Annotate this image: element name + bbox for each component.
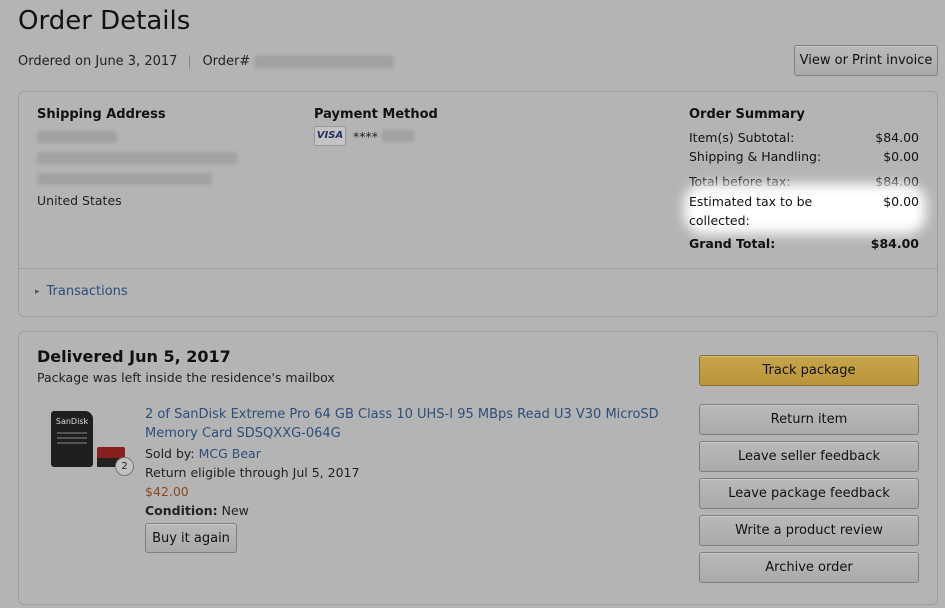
order-number-redacted [254, 55, 395, 68]
leave-package-feedback-button[interactable]: Leave package feedback [699, 478, 919, 509]
quantity-badge: 2 [115, 457, 134, 476]
condition-label: Condition: [145, 503, 218, 518]
summary-label: Item(s) Subtotal: [689, 130, 795, 145]
address-line2-redacted [37, 173, 212, 185]
decoration [57, 442, 87, 444]
summary-row-estimated-tax: Estimated tax to be collected: $0.00 [689, 192, 919, 230]
order-number-label: Order# [202, 54, 251, 69]
payment-method-section: Payment Method VISA **** [314, 107, 514, 146]
track-package-button[interactable]: Track package [699, 355, 919, 386]
visa-card-icon: VISA [314, 126, 346, 146]
ordered-on: Ordered on June 3, 2017 [18, 54, 178, 69]
sold-by-label: Sold by: [145, 446, 195, 461]
delivery-status: Delivered Jun 5, 2017 [37, 347, 231, 366]
summary-label: Estimated tax to be collected: [689, 194, 813, 228]
write-product-review-button[interactable]: Write a product review [699, 515, 919, 546]
sold-by: Sold by: MCG Bear [145, 446, 680, 461]
grand-total-value: $84.00 [870, 236, 919, 251]
decoration [57, 437, 87, 439]
product-title-link[interactable]: 2 of SanDisk Extreme Pro 64 GB Class 10 … [145, 405, 680, 443]
payment-method-heading: Payment Method [314, 107, 438, 122]
card-divider [19, 268, 937, 269]
condition-value: New [221, 503, 249, 518]
delivery-note: Package was left inside the residence's … [37, 370, 335, 385]
return-eligibility: Return eligible through Jul 5, 2017 [145, 465, 360, 480]
summary-row-shipping: Shipping & Handling: $0.00 [689, 149, 919, 164]
order-meta: Ordered on June 3, 2017 Order# [18, 54, 395, 69]
transactions-link[interactable]: Transactions [47, 284, 128, 299]
condition: Condition: New [145, 503, 680, 518]
item-price: $42.00 [145, 484, 189, 499]
address-line1-redacted [37, 152, 237, 164]
summary-value: $0.00 [883, 194, 919, 209]
product-image[interactable]: SanDisk 2 [51, 411, 135, 477]
caret-right-icon: ▸ [35, 286, 40, 297]
grand-total-label: Grand Total: [689, 236, 776, 251]
return-item-button[interactable]: Return item [699, 404, 919, 435]
order-summary-heading: Order Summary [689, 107, 805, 122]
seller-link[interactable]: MCG Bear [199, 446, 261, 461]
summary-row-grand-total: Grand Total: $84.00 [689, 236, 919, 251]
address-country: United States [37, 193, 122, 208]
shipping-address-section: Shipping Address United States [37, 107, 297, 208]
summary-value: $84.00 [875, 130, 919, 145]
sd-adapter-graphic: SanDisk [51, 411, 93, 467]
card-mask: **** [353, 128, 378, 144]
leave-seller-feedback-button[interactable]: Leave seller feedback [699, 441, 919, 472]
buy-it-again-button[interactable]: Buy it again [145, 523, 237, 553]
card-digits-redacted [382, 130, 414, 142]
summary-label: Shipping & Handling: [689, 149, 822, 164]
payment-card-row: VISA **** [314, 126, 514, 146]
order-summary-section: Order Summary Item(s) Subtotal: $84.00 S… [689, 107, 919, 257]
shipping-address-heading: Shipping Address [37, 107, 166, 122]
archive-order-button[interactable]: Archive order [699, 552, 919, 583]
view-print-invoice-button[interactable]: View or Print invoice [794, 45, 938, 76]
transactions-toggle[interactable]: ▸ Transactions [35, 284, 128, 299]
product-details: 2 of SanDisk Extreme Pro 64 GB Class 10 … [145, 405, 680, 518]
divider [189, 54, 191, 69]
decoration [57, 432, 87, 434]
page-title: Order Details [18, 6, 191, 36]
summary-row-subtotal: Item(s) Subtotal: $84.00 [689, 130, 919, 145]
summary-value: $0.00 [883, 149, 919, 164]
brand-text: SanDisk [55, 417, 89, 426]
address-name-redacted [37, 131, 117, 143]
